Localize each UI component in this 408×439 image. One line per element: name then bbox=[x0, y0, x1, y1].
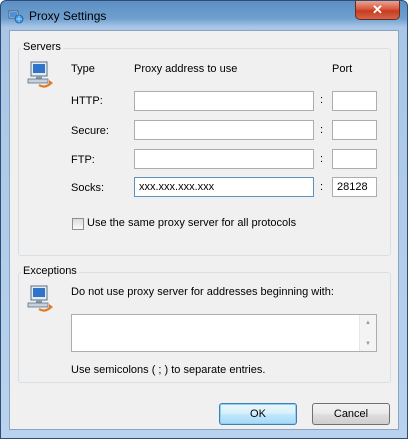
same-proxy-checkbox[interactable] bbox=[72, 218, 84, 230]
exceptions-hint: Use semicolons ( ; ) to separate entries… bbox=[71, 364, 266, 376]
http-port-input[interactable] bbox=[332, 91, 377, 111]
exceptions-value bbox=[72, 315, 376, 321]
dialog-body: Servers Type Proxy address to use Port H… bbox=[9, 30, 399, 430]
scroll-up-arrow-icon[interactable]: ▲ bbox=[360, 320, 376, 326]
http-label: HTTP: bbox=[71, 95, 103, 107]
header-type: Type bbox=[71, 63, 95, 75]
network-computer-icon bbox=[27, 285, 53, 312]
exceptions-group-label: Exceptions bbox=[21, 265, 79, 277]
secure-separator: : bbox=[320, 124, 324, 136]
exceptions-description: Do not use proxy server for addresses be… bbox=[71, 286, 334, 298]
scroll-down-arrow-icon[interactable]: ▼ bbox=[360, 341, 376, 347]
socks-separator: : bbox=[320, 181, 324, 193]
cancel-button[interactable]: Cancel bbox=[312, 403, 390, 425]
ftp-address-input[interactable] bbox=[134, 149, 314, 169]
title-bar[interactable]: Proxy Settings ✕ bbox=[1, 1, 407, 29]
servers-group-label: Servers bbox=[21, 41, 63, 53]
header-address: Proxy address to use bbox=[134, 63, 238, 75]
window-title: Proxy Settings bbox=[29, 9, 107, 23]
same-proxy-label[interactable]: Use the same proxy server for all protoc… bbox=[87, 217, 296, 229]
http-separator: : bbox=[320, 94, 324, 106]
proxy-settings-window: Proxy Settings ✕ Servers Type Proxy addr… bbox=[0, 0, 408, 439]
http-address-input[interactable] bbox=[134, 91, 314, 111]
network-globe-icon bbox=[8, 10, 24, 24]
header-port: Port bbox=[332, 63, 353, 75]
secure-address-input[interactable] bbox=[134, 120, 314, 140]
socks-label: Socks: bbox=[71, 182, 105, 194]
secure-label: Secure: bbox=[71, 125, 109, 137]
ftp-separator: : bbox=[320, 153, 324, 165]
socks-port-input[interactable]: 28128 bbox=[332, 177, 377, 197]
exceptions-scrollbar[interactable]: ▲ ▼ bbox=[359, 315, 376, 351]
close-button[interactable]: ✕ bbox=[355, 1, 400, 20]
exceptions-input[interactable]: ▲ ▼ bbox=[71, 314, 377, 352]
ftp-label: FTP: bbox=[71, 154, 95, 166]
secure-port-input[interactable] bbox=[332, 120, 377, 140]
ftp-port-input[interactable] bbox=[332, 149, 377, 169]
socks-address-input[interactable]: xxx.xxx.xxx.xxx bbox=[134, 177, 314, 197]
network-computer-icon bbox=[27, 61, 53, 88]
ok-button[interactable]: OK bbox=[219, 403, 297, 425]
